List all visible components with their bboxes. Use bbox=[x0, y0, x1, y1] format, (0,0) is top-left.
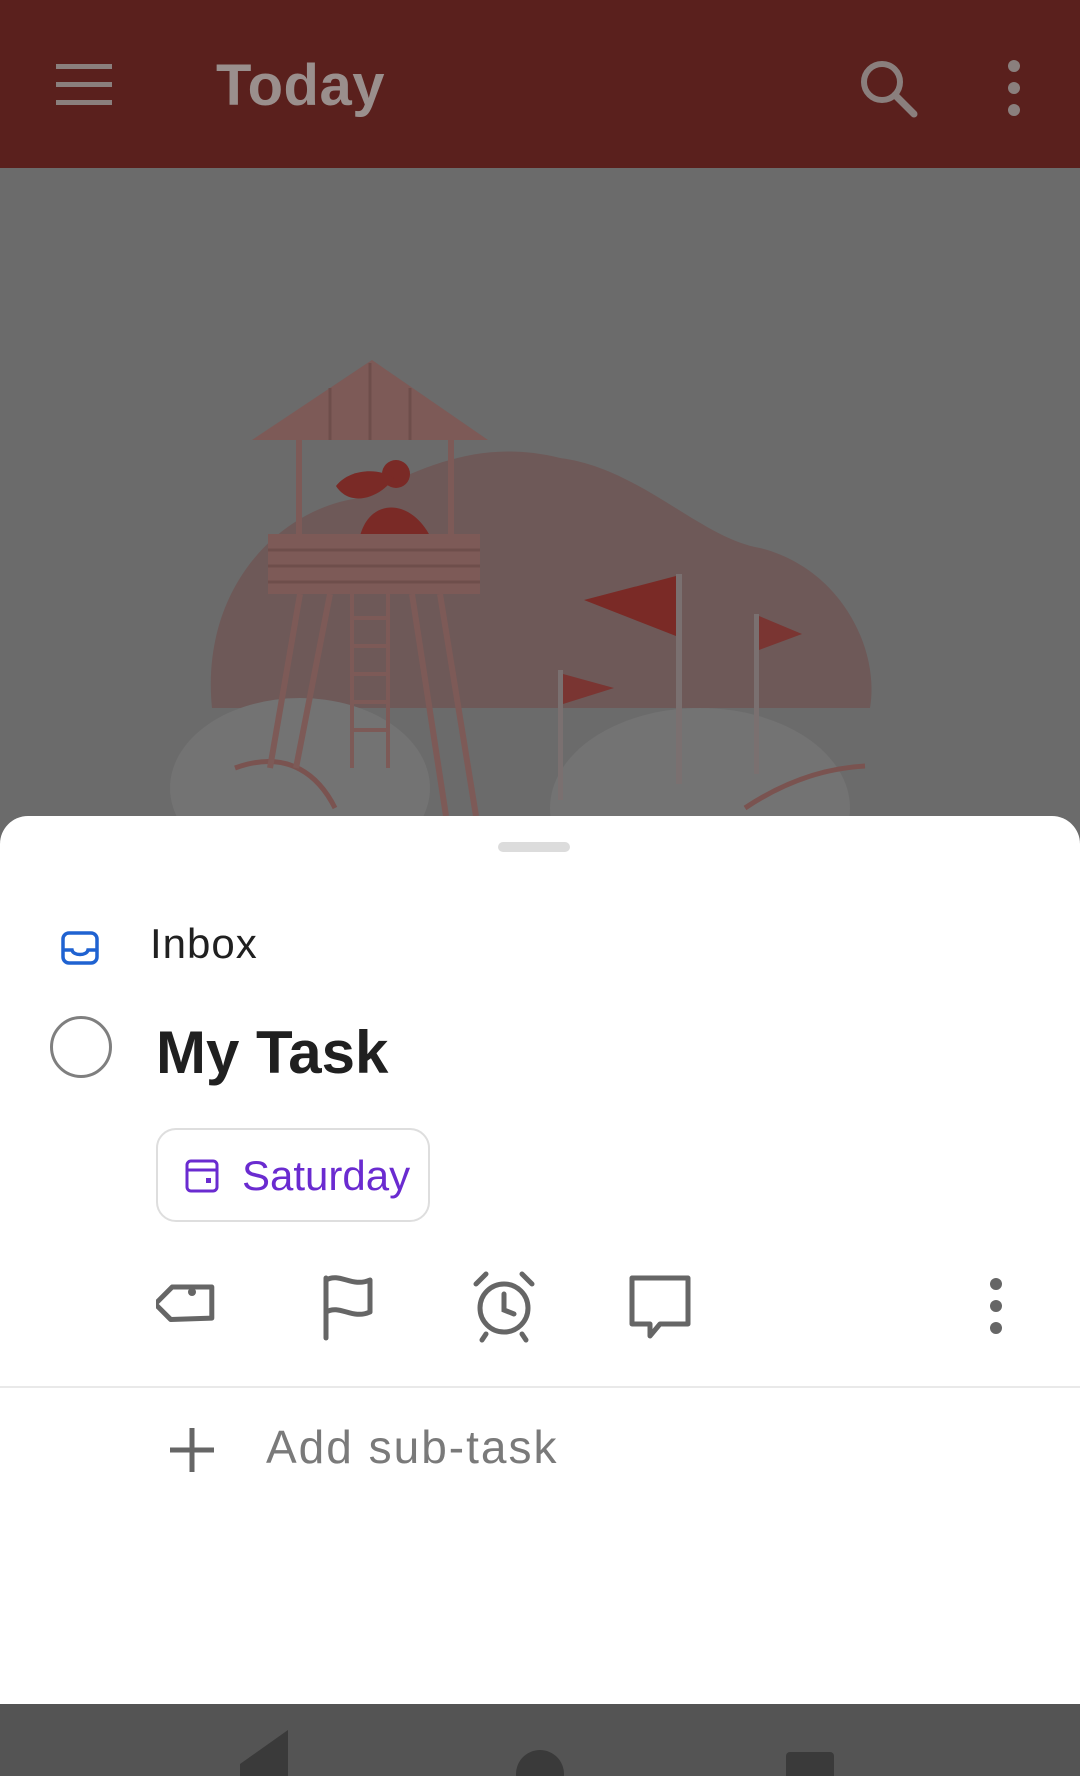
project-selector[interactable]: Inbox bbox=[56, 904, 656, 980]
system-nav-bar bbox=[0, 1704, 1080, 1776]
inbox-icon bbox=[61, 931, 99, 965]
recents-icon[interactable] bbox=[786, 1752, 834, 1776]
hamburger-menu-icon[interactable] bbox=[48, 56, 120, 112]
priority-flag-icon[interactable] bbox=[312, 1264, 384, 1348]
empty-state-illustration bbox=[0, 168, 1080, 816]
more-vert-icon[interactable] bbox=[960, 1264, 1032, 1348]
due-date-chip[interactable]: Saturday bbox=[156, 1128, 430, 1222]
app-bar: Today bbox=[0, 0, 1080, 168]
task-title[interactable]: My Task bbox=[156, 1018, 388, 1087]
divider bbox=[0, 1386, 1080, 1388]
back-icon[interactable] bbox=[240, 1730, 288, 1776]
add-subtask-button[interactable]: Add sub-task bbox=[0, 1410, 1080, 1500]
project-label: Inbox bbox=[150, 920, 258, 967]
comment-icon[interactable] bbox=[624, 1264, 696, 1348]
label-tag-icon[interactable] bbox=[156, 1264, 228, 1348]
plus-icon bbox=[170, 1428, 214, 1472]
drag-handle[interactable] bbox=[498, 842, 570, 852]
home-icon[interactable] bbox=[516, 1750, 564, 1776]
more-vert-icon[interactable] bbox=[990, 52, 1038, 124]
calendar-icon bbox=[185, 1159, 219, 1193]
task-complete-checkbox[interactable] bbox=[50, 1016, 112, 1078]
task-detail-sheet: Inbox bbox=[0, 816, 1080, 1704]
due-date-label: Saturday bbox=[242, 1152, 411, 1199]
search-icon[interactable] bbox=[852, 52, 924, 124]
task-action-bar bbox=[0, 1264, 1080, 1356]
reminder-alarm-icon[interactable] bbox=[468, 1264, 540, 1348]
page-title: Today bbox=[216, 53, 385, 118]
add-subtask-label: Add sub-task bbox=[266, 1421, 559, 1473]
